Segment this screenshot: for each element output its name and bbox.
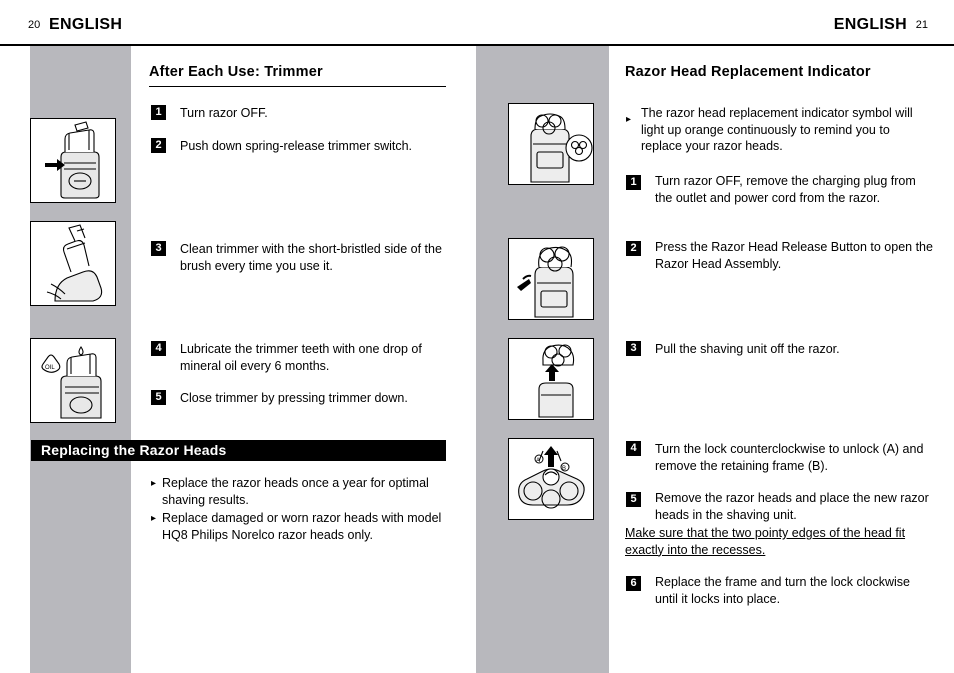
- retaining-frame-figure: A B: [508, 438, 594, 520]
- left-section-title: After Each Use: Trimmer: [149, 64, 323, 80]
- right-intro-bullet-marker: ▸: [626, 114, 632, 125]
- razor-head-release-pointer: [595, 268, 608, 290]
- right-step-5-number: 5: [626, 492, 641, 507]
- shaving-unit-removal-figure: [508, 338, 594, 420]
- left-step-2-number: 2: [151, 138, 166, 153]
- left-step-2-text: Push down spring-release trimmer switch.: [180, 139, 413, 153]
- shaving-unit-removal-pointer: [595, 368, 608, 390]
- left-step-3-text: Clean trimmer with the short-bristled si…: [180, 242, 442, 273]
- right-step-3-number: 3: [626, 341, 641, 356]
- left-bullet-1-marker: ▸: [151, 478, 157, 489]
- razor-indicator-figure: [508, 103, 594, 185]
- trimmer-brush-pointer: [117, 253, 130, 275]
- retaining-frame-pointer: [595, 468, 608, 490]
- razor-head-release-figure: [508, 238, 594, 320]
- right-step-3-text: Pull the shaving unit off the razor.: [655, 342, 840, 356]
- left-header-title: ENGLISH: [49, 16, 123, 33]
- right-step-6-text: Replace the frame and turn the lock cloc…: [655, 575, 910, 606]
- left-step-1-text: Turn razor OFF.: [180, 106, 268, 120]
- right-step-1-text: Turn razor OFF, remove the charging plug…: [655, 174, 916, 205]
- svg-text:A: A: [536, 458, 540, 464]
- left-step-1-number: 1: [151, 105, 166, 120]
- right-step-4-number: 4: [626, 441, 641, 456]
- trimmer-brush-cleaning-figure: [30, 221, 116, 306]
- right-intro-bullet-text: The razor head replacement indicator sym…: [641, 106, 913, 153]
- left-bullet-2-text: Replace damaged or worn razor heads with…: [162, 511, 442, 542]
- right-step-2-text: Press the Razor Head Release Button to o…: [655, 240, 933, 271]
- right-section-title: Razor Head Replacement Indicator: [625, 64, 871, 80]
- razor-indicator-pointer: [595, 133, 608, 155]
- banner-title: Replacing the Razor Heads: [41, 442, 227, 458]
- right-header-title: ENGLISH: [833, 16, 907, 33]
- svg-text:OIL: OIL: [45, 365, 55, 371]
- trimmer-oil-figure: OIL: [30, 338, 116, 423]
- document-page: 20 ENGLISH ENGLISH 21 After Each Use: Tr…: [0, 0, 954, 673]
- trimmer-oil-pointer: [117, 348, 130, 370]
- left-bullet-2-marker: ▸: [151, 513, 157, 524]
- right-step-5-text: Remove the razor heads and place the new…: [655, 491, 929, 522]
- right-step-1-number: 1: [626, 175, 641, 190]
- left-step-4-number: 4: [151, 341, 166, 356]
- replacing-razor-heads-banner: Replacing the Razor Heads: [31, 440, 446, 461]
- left-step-5-text: Close trimmer by pressing trimmer down.: [180, 391, 408, 405]
- left-step-4-text: Lubricate the trimmer teeth with one dro…: [180, 342, 422, 373]
- left-step-3-number: 3: [151, 241, 166, 256]
- left-bullet-1-text: Replace the razor heads once a year for …: [162, 476, 429, 507]
- right-step-6-number: 6: [626, 576, 641, 591]
- left-step-5-number: 5: [151, 390, 166, 405]
- right-step-4-text: Turn the lock counterclockwise to unlock…: [655, 442, 924, 473]
- svg-text:B: B: [562, 466, 566, 472]
- trimmer-switch-figure: [30, 118, 116, 203]
- right-step-2-number: 2: [626, 241, 641, 256]
- trimmer-switch-pointer: [117, 150, 130, 172]
- right-note-text: Make sure that the two pointy edges of t…: [625, 526, 906, 557]
- left-section-rule: [149, 86, 446, 87]
- left-page-number: 20: [28, 19, 41, 31]
- right-page-number: 21: [915, 19, 928, 31]
